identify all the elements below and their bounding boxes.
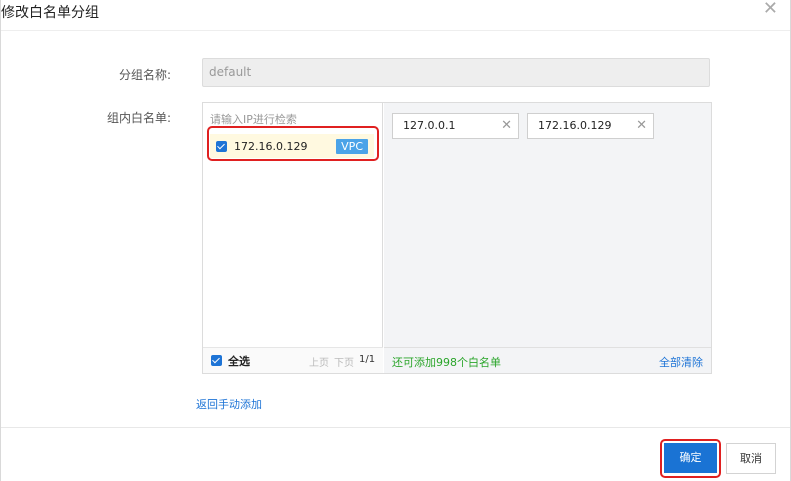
- selected-ip-tag: 127.0.0.1 ✕: [392, 113, 519, 139]
- prev-page-button[interactable]: 上页: [309, 354, 329, 369]
- highlight-box-item: [207, 126, 379, 161]
- remaining-count-text: 还可添加998个白名单: [392, 356, 501, 369]
- header-divider: [1, 30, 790, 31]
- modify-whitelist-dialog: 修改白名单分组 ✕ 分组名称: default 组内白名单: 请输入IP进行检索…: [0, 0, 791, 481]
- next-page-button[interactable]: 下页: [334, 354, 354, 369]
- select-all-label[interactable]: 全选: [228, 353, 250, 369]
- whitelist-label: 组内白名单:: [106, 111, 171, 125]
- remove-tag-icon[interactable]: ✕: [501, 114, 512, 138]
- selected-ip-text: 127.0.0.1: [403, 119, 456, 132]
- dialog-title: 修改白名单分组: [1, 5, 99, 21]
- back-to-manual-add-link[interactable]: 返回手动添加: [196, 396, 262, 412]
- selected-ip-pane: 127.0.0.1 ✕ 172.16.0.129 ✕ 还可添加998个白名单 全…: [384, 103, 711, 373]
- group-name-input[interactable]: default: [202, 58, 710, 87]
- remove-tag-icon[interactable]: ✕: [636, 114, 647, 138]
- close-icon[interactable]: ✕: [763, 0, 778, 18]
- page-indicator: 1/1: [359, 354, 376, 365]
- selected-ip-text: 172.16.0.129: [538, 119, 612, 132]
- cancel-button[interactable]: 取消: [726, 443, 776, 474]
- selected-ip-tag: 172.16.0.129 ✕: [527, 113, 654, 139]
- right-pane-footer: 还可添加998个白名单 全部清除: [384, 347, 711, 373]
- select-all-checkbox-icon[interactable]: [211, 355, 222, 366]
- group-name-label: 分组名称:: [118, 68, 171, 82]
- clear-all-link[interactable]: 全部清除: [659, 354, 703, 370]
- footer-divider: [1, 427, 790, 428]
- left-pane-footer: 全选 上页 下页 1/1: [203, 347, 383, 373]
- highlight-box-confirm: [660, 439, 721, 478]
- ip-search-input[interactable]: 请输入IP进行检索: [210, 111, 297, 127]
